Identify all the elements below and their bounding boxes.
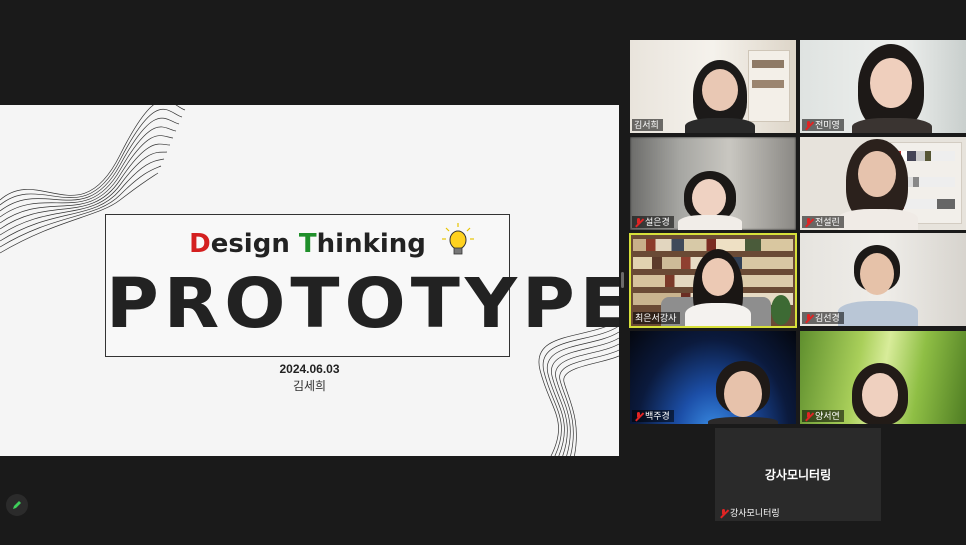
- participant-video: [842, 363, 918, 424]
- participant-name-tag: 강사모니터링: [717, 507, 784, 519]
- video-tile[interactable]: 전미영: [800, 40, 966, 133]
- participant-name-tag: 김선경: [802, 312, 844, 324]
- mic-off-icon: [804, 120, 813, 130]
- mic-off-icon: [719, 508, 728, 518]
- mic-off-icon: [634, 411, 643, 421]
- video-tile[interactable]: 김선경: [800, 233, 966, 326]
- annotate-button[interactable]: [6, 494, 28, 516]
- plant: [771, 295, 791, 325]
- participant-video: [708, 361, 778, 424]
- slide-author: 김세희: [292, 379, 327, 393]
- participant-name-tag: 최은서강사: [633, 312, 681, 324]
- slide-date: 2024.06.03: [279, 362, 340, 376]
- video-tile[interactable]: 양서연: [800, 331, 966, 424]
- panel-resize-handle[interactable]: [621, 272, 624, 288]
- mic-off-icon: [634, 217, 643, 227]
- mic-off-icon: [804, 313, 813, 323]
- video-tile-active-speaker[interactable]: 최은서강사: [629, 233, 797, 328]
- participant-name-tag: 김서희: [632, 119, 663, 131]
- video-tile[interactable]: 설은경: [630, 137, 796, 230]
- mic-off-icon: [804, 217, 813, 227]
- participant-name-tag: 전미영: [802, 119, 844, 131]
- participant-video: [838, 245, 918, 326]
- participant-video: [685, 60, 755, 133]
- participant-video: [683, 249, 753, 326]
- video-tile-video-off[interactable]: 강사모니터링 강사모니터링: [715, 428, 881, 521]
- slide-main-title: PROTOTYPE: [106, 263, 619, 343]
- participant-name-tag: 설은경: [632, 216, 674, 228]
- participant-center-label: 강사모니터링: [764, 468, 832, 482]
- pen-icon: [13, 501, 21, 509]
- participant-name-tag: 전설린: [802, 216, 844, 228]
- participant-name-tag: 양서연: [802, 410, 844, 422]
- video-tile[interactable]: 백주경: [630, 331, 796, 424]
- slide-title-box: Design Thinking PROTOTYPE: [105, 214, 619, 357]
- shared-screen: Design Thinking PROTOTYPE 2024.06.03 김세희: [0, 105, 619, 456]
- participant-video: [852, 44, 932, 133]
- video-tile[interactable]: 전설린: [800, 137, 966, 230]
- participant-video: [678, 171, 742, 230]
- participant-name-tag: 백주경: [632, 410, 674, 422]
- mic-off-icon: [804, 411, 813, 421]
- video-tile[interactable]: 김서희: [630, 40, 796, 133]
- lightbulb-icon: [442, 223, 474, 255]
- participant-video: [838, 139, 918, 230]
